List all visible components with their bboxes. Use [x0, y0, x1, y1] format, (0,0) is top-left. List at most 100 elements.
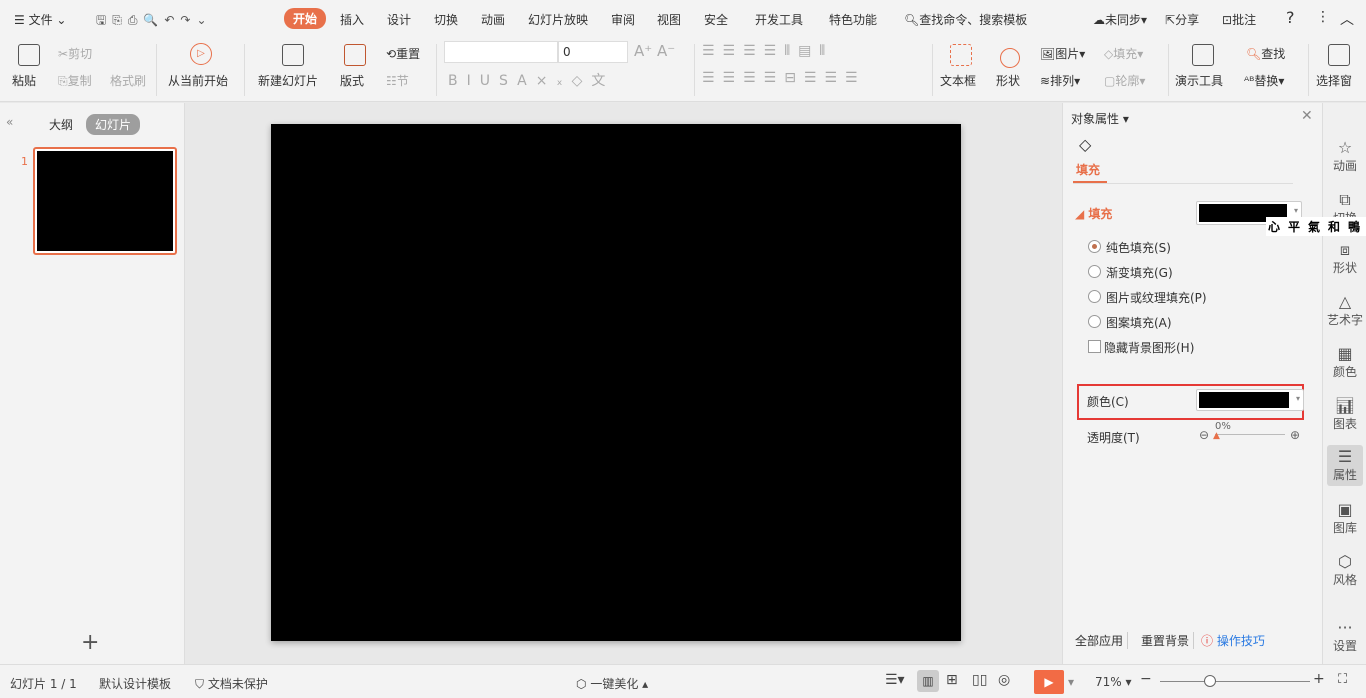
radio-solid-fill[interactable] — [1088, 240, 1101, 253]
panel-title[interactable]: 对象属性 ▾ — [1071, 110, 1129, 127]
presentation-tools-button[interactable]: 演示工具 — [1175, 72, 1223, 89]
hide-bg-label[interactable]: 隐藏背景图形(H) — [1104, 339, 1194, 356]
side-animation[interactable]: ☆ 动画 — [1323, 139, 1366, 174]
slide[interactable] — [271, 124, 961, 641]
color-dropdown[interactable]: ▾ — [1196, 389, 1304, 411]
copy-button[interactable]: ⎘复制 — [58, 72, 92, 89]
tab-developer[interactable]: 开发工具 — [755, 11, 803, 28]
radio-picture-fill[interactable] — [1088, 290, 1101, 303]
more-icon[interactable]: ⋮ — [1316, 9, 1330, 25]
solid-fill-label[interactable]: 纯色填充(S) — [1106, 239, 1171, 256]
reading-view-icon[interactable]: ▯▯ — [972, 672, 987, 688]
zoom-slider[interactable] — [1160, 681, 1310, 682]
plus-icon[interactable]: ⊕ — [1290, 428, 1300, 442]
tab-slides[interactable]: 幻灯片 — [86, 114, 141, 135]
minus-icon[interactable]: ⊖ — [1199, 428, 1209, 442]
font-size-input[interactable]: 0 — [558, 41, 628, 63]
picture-fill-label[interactable]: 图片或纹理填充(P) — [1106, 289, 1207, 306]
tips-link[interactable]: ⓘ 操作技巧 — [1201, 632, 1265, 649]
transparency-slider[interactable] — [1215, 434, 1285, 435]
textbox-button[interactable]: 文本框 — [940, 72, 976, 89]
quick-access-icons[interactable]: 🖫⎘⎙🔍↶↷⌄ — [96, 11, 213, 32]
paste-button[interactable]: 粘贴 — [12, 72, 36, 89]
find-button[interactable]: 🔍︎查找 — [1246, 45, 1285, 62]
format-painter-button[interactable]: 格式刷 — [110, 72, 146, 89]
zoom-out-button[interactable]: − — [1140, 671, 1152, 687]
alignment-icons[interactable]: ☰☰☰☰⊟☰☰☰ — [702, 70, 866, 86]
section-button[interactable]: ☷节 — [386, 72, 409, 89]
sync-button[interactable]: ☁未同步▾ — [1093, 11, 1147, 28]
tab-animation[interactable]: 动画 — [481, 11, 505, 28]
play-from-current-button[interactable]: 从当前开始 — [168, 72, 228, 89]
paragraph-icons[interactable]: ☰☰☰☰⫴▤⫴ — [702, 43, 833, 59]
layout-button[interactable]: 版式 — [340, 72, 364, 89]
reset-bg-button[interactable]: 重置背景 — [1141, 632, 1195, 649]
tab-insert[interactable]: 插入 — [340, 11, 364, 28]
zoom-level[interactable]: 71% ▾ — [1095, 675, 1132, 689]
tab-slideshow[interactable]: 幻灯片放映 — [528, 11, 588, 28]
side-gallery[interactable]: ▣ 图库 — [1323, 501, 1366, 536]
slide-thumbnail[interactable] — [33, 147, 177, 255]
side-properties[interactable]: ☰ 属性 — [1327, 445, 1363, 486]
collapse-ribbon-icon[interactable]: ︿ — [1340, 9, 1354, 29]
side-wordart[interactable]: △ 艺术字 — [1323, 293, 1366, 328]
tab-review[interactable]: 审阅 — [611, 11, 635, 28]
tab-home[interactable]: 开始 — [284, 8, 327, 29]
pattern-fill-label[interactable]: 图案填充(A) — [1106, 314, 1172, 331]
reset-button[interactable]: ⟲重置 — [386, 45, 420, 62]
template-name[interactable]: 默认设计模板 — [99, 675, 171, 692]
play-slideshow-button[interactable]: ▶ — [1034, 670, 1064, 694]
tab-design[interactable]: 设计 — [387, 11, 411, 28]
close-icon[interactable]: ✕ — [1301, 108, 1313, 124]
zoom-slider-thumb[interactable] — [1204, 675, 1216, 687]
help-button[interactable]: ? — [1286, 8, 1295, 27]
slide-number: 1 — [21, 155, 28, 168]
fit-window-icon[interactable]: ⛶ — [1338, 672, 1347, 687]
search-command[interactable]: 🔍︎查找命令、搜索模板 — [904, 11, 1027, 28]
apply-all-button[interactable]: 全部应用 — [1075, 632, 1129, 649]
hide-bg-checkbox[interactable] — [1088, 340, 1101, 353]
radio-pattern-fill[interactable] — [1088, 315, 1101, 328]
fill-button[interactable]: ◇填充▾ — [1104, 45, 1143, 62]
notes-icon[interactable]: ☰▾ — [885, 672, 905, 688]
beautify-label: 一键美化 — [590, 677, 639, 691]
arrange-button[interactable]: ≋排列▾ — [1040, 72, 1080, 89]
cut-button[interactable]: ✂剪切 — [58, 45, 92, 62]
new-slide-button[interactable]: 新建幻灯片 — [258, 72, 318, 89]
add-slide-button[interactable]: + — [81, 630, 99, 655]
selection-pane-button[interactable]: 选择窗 — [1316, 72, 1352, 89]
collapse-panel-icon[interactable]: « — [6, 115, 13, 129]
play-options-icon[interactable]: ▾ — [1068, 675, 1074, 689]
tab-features[interactable]: 特色功能 — [829, 11, 877, 28]
normal-view-icon[interactable]: ▥ — [917, 670, 939, 692]
fill-section-header[interactable]: ◢ 填充 — [1075, 205, 1112, 222]
side-style[interactable]: ⬡ 风格 — [1323, 553, 1366, 588]
side-settings[interactable]: ··· 设置 — [1323, 619, 1366, 654]
outline-button[interactable]: ▢轮廓▾ — [1104, 72, 1145, 89]
tab-transition[interactable]: 切换 — [434, 11, 458, 28]
presenter-view-icon[interactable]: ◎ — [998, 672, 1010, 688]
side-shape[interactable]: ⧈ 形状 — [1323, 241, 1366, 276]
tab-security[interactable]: 安全 — [704, 11, 728, 28]
tab-fill[interactable]: 填充 — [1076, 161, 1100, 178]
font-size-adjust-icons[interactable]: A⁺ A⁻ — [634, 42, 675, 60]
replace-button[interactable]: ᴬᴮ替换▾ — [1244, 72, 1284, 89]
protection-status[interactable]: ⛉ 文档未保护 — [195, 675, 268, 692]
file-menu[interactable]: ☰ 文件 ⌄ — [14, 11, 66, 28]
slider-thumb[interactable]: ▲ — [1213, 431, 1220, 441]
text-format-icons[interactable]: BIUSA×ₓ◇文 — [448, 70, 614, 90]
sorter-view-icon[interactable]: ⊞ — [946, 672, 958, 688]
gradient-fill-label[interactable]: 渐变填充(G) — [1106, 264, 1173, 281]
side-color[interactable]: ▦ 颜色 — [1323, 345, 1366, 380]
radio-gradient-fill[interactable] — [1088, 265, 1101, 278]
share-button[interactable]: ⇱分享 — [1165, 11, 1199, 28]
tab-view[interactable]: 视图 — [657, 11, 681, 28]
tab-outline[interactable]: 大纲 — [49, 116, 73, 133]
side-chart[interactable]: 📊︎ 图表 — [1323, 397, 1366, 432]
zoom-in-button[interactable]: + — [1313, 671, 1325, 687]
comment-button[interactable]: ⊡批注 — [1222, 11, 1256, 28]
picture-button[interactable]: 🖼︎图片▾ — [1040, 45, 1085, 62]
beautify-button[interactable]: ⬡ 一键美化 ▴ — [576, 675, 648, 692]
font-name-input[interactable] — [444, 41, 558, 63]
shape-button[interactable]: 形状 — [996, 72, 1020, 89]
